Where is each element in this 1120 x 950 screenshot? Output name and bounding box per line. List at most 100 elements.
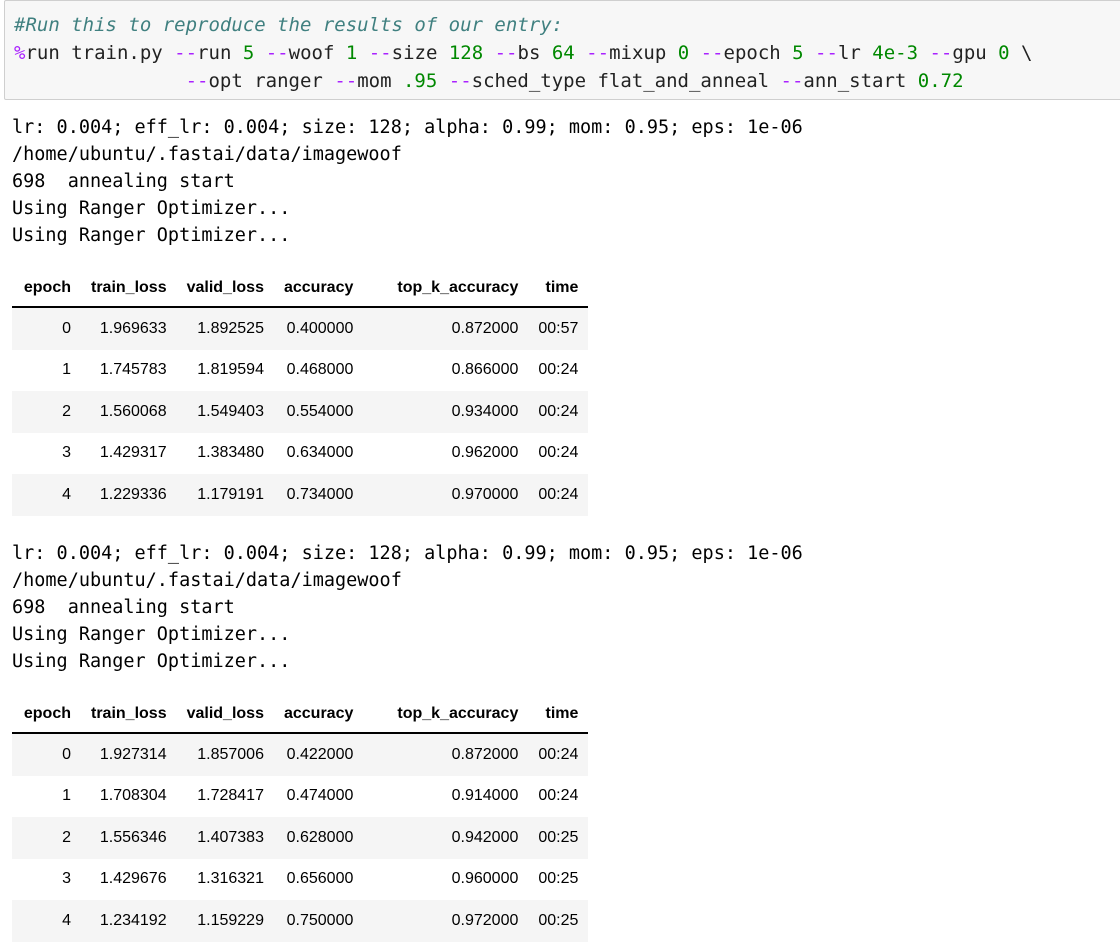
log-line: Using Ranger Optimizer... — [12, 198, 291, 219]
number-token: 1 — [345, 42, 358, 64]
cell-top-k-accuracy: 0.960000 — [451, 870, 519, 888]
code-comment: #Run this to reproduce the results of ou… — [14, 14, 564, 36]
cell-epoch: 2 — [12, 391, 81, 433]
cell-accuracy: 0.656000 — [286, 870, 354, 888]
code-editor[interactable]: #Run this to reproduce the results of ou… — [14, 11, 1032, 95]
operator-token: -- — [174, 42, 198, 64]
operator-token: -- — [700, 42, 724, 64]
cell-time: 00:25 — [528, 900, 589, 942]
cell-valid-loss: 1.159229 — [176, 900, 274, 942]
cell-time: 00:24 — [528, 733, 589, 776]
table-header-row: epoch train_loss valid_loss accuracy top… — [12, 696, 589, 734]
table-row: 4 1.234192 1.159229 0.750000 0.972000 00:25 — [12, 900, 589, 942]
text-token: epoch — [723, 42, 793, 64]
column-header-train-loss: train_loss — [81, 270, 177, 308]
log-line: 698 annealing start — [12, 597, 235, 618]
text-token: bs — [517, 42, 552, 64]
table-header-row: epoch train_loss valid_loss accuracy top… — [12, 270, 589, 308]
column-header-epoch: epoch — [12, 696, 81, 734]
run-1-log-output: lr: 0.004; eff_lr: 0.004; size: 128; alp… — [12, 114, 803, 249]
cell-valid-loss: 1.892525 — [176, 307, 274, 350]
cell-valid-loss: 1.179191 — [176, 474, 274, 516]
log-line: lr: 0.004; eff_lr: 0.004; size: 128; alp… — [12, 543, 803, 564]
run-2-log-output: lr: 0.004; eff_lr: 0.004; size: 128; alp… — [12, 540, 803, 675]
cell-epoch: 4 — [12, 900, 81, 942]
column-header-accuracy: accuracy — [273, 270, 364, 308]
operator-token: -- — [815, 42, 838, 64]
cell-valid-loss: 1.857006 — [176, 733, 274, 776]
table-row: 0 1.969633 1.892525 0.400000 0.872000 00:57 — [12, 307, 589, 350]
column-header-valid-loss: valid_loss — [176, 696, 274, 734]
operator-token: -- — [929, 42, 953, 64]
cell-top-k-accuracy: 0.914000 — [451, 787, 519, 805]
cell-valid-loss: 1.407383 — [176, 817, 274, 859]
cell-train-loss: 1.745783 — [99, 361, 167, 379]
cell-time: 00:24 — [538, 361, 579, 379]
cell-epoch: 2 — [12, 817, 81, 859]
text-token: ann_start — [803, 70, 918, 92]
operator-token: -- — [494, 42, 518, 64]
cell-train-loss: 1.969633 — [81, 307, 177, 350]
number-token: 5 — [792, 42, 804, 64]
cell-accuracy: 0.474000 — [286, 787, 354, 805]
cell-time: 00:24 — [538, 787, 579, 805]
operator-token: -- — [586, 42, 610, 64]
cell-top-k-accuracy: 0.970000 — [363, 474, 529, 516]
log-line: /home/ubuntu/.fastai/data/imagewoof — [12, 570, 402, 591]
cell-time: 00:24 — [528, 474, 589, 516]
cell-epoch: 1 — [62, 361, 71, 379]
cell-epoch: 0 — [12, 307, 81, 350]
table-row: 1 1.745783 1.819594 0.468000 0.866000 00:24 — [12, 350, 588, 392]
cell-train-loss: 1.708304 — [99, 787, 167, 805]
column-header-time: time — [528, 696, 589, 734]
cell-top-k-accuracy: 0.942000 — [363, 817, 529, 859]
cell-valid-loss: 1.728417 — [197, 787, 264, 805]
operator-token: -- — [185, 70, 209, 92]
cell-top-k-accuracy: 0.872000 — [363, 307, 529, 350]
cell-epoch: 0 — [12, 733, 81, 776]
cell-train-loss: 1.560068 — [81, 391, 177, 433]
code-line-run-command: %run train.py --run 5 --woof 1 --size 12… — [14, 42, 1032, 64]
log-line: Using Ranger Optimizer... — [12, 225, 291, 246]
log-line: 698 annealing start — [12, 171, 235, 192]
run-1-results-table: epoch train_loss valid_loss accuracy top… — [12, 270, 589, 516]
number-token: 0.72 — [917, 70, 964, 92]
cell-train-loss: 1.429676 — [99, 870, 167, 888]
run-2-results-table: epoch train_loss valid_loss accuracy top… — [12, 696, 589, 942]
cell-time: 00:25 — [528, 817, 589, 859]
cell-accuracy: 0.628000 — [273, 817, 364, 859]
log-line: Using Ranger Optimizer... — [12, 651, 291, 672]
cell-top-k-accuracy: 0.934000 — [363, 391, 529, 433]
table-row: 3 1.429317 1.383480 0.634000 0.962000 00:24 — [12, 433, 588, 475]
cell-accuracy: 0.400000 — [273, 307, 364, 350]
cell-top-k-accuracy: 0.872000 — [363, 733, 529, 776]
code-cell[interactable]: #Run this to reproduce the results of ou… — [4, 0, 1120, 100]
cell-accuracy: 0.734000 — [273, 474, 364, 516]
cell-valid-loss: 1.316321 — [197, 870, 264, 888]
cell-accuracy: 0.750000 — [273, 900, 364, 942]
text-token: opt ranger — [208, 70, 335, 92]
table-row: 1 1.708304 1.728417 0.474000 0.914000 00:24 — [12, 776, 588, 818]
log-line: lr: 0.004; eff_lr: 0.004; size: 128; alp… — [12, 117, 803, 138]
cell-time: 00:57 — [528, 307, 589, 350]
cell-time: 00:24 — [528, 391, 589, 433]
cell-valid-loss: 1.383480 — [197, 444, 264, 462]
number-token: 5 — [242, 42, 255, 64]
column-header-train-loss: train_loss — [81, 696, 177, 734]
column-header-valid-loss: valid_loss — [176, 270, 274, 308]
cell-time: 00:25 — [538, 870, 579, 888]
text-token: run train.py — [25, 42, 175, 64]
cell-accuracy: 0.554000 — [273, 391, 364, 433]
text-token: \ — [1009, 42, 1033, 64]
text-token: mixup — [609, 42, 678, 64]
number-token: 0 — [677, 42, 690, 64]
text-token: size — [391, 42, 449, 64]
cell-accuracy: 0.634000 — [286, 444, 354, 462]
table-row: 0 1.927314 1.857006 0.422000 0.872000 00:24 — [12, 733, 589, 776]
cell-accuracy: 0.468000 — [286, 361, 354, 379]
operator-token: -- — [334, 70, 358, 92]
